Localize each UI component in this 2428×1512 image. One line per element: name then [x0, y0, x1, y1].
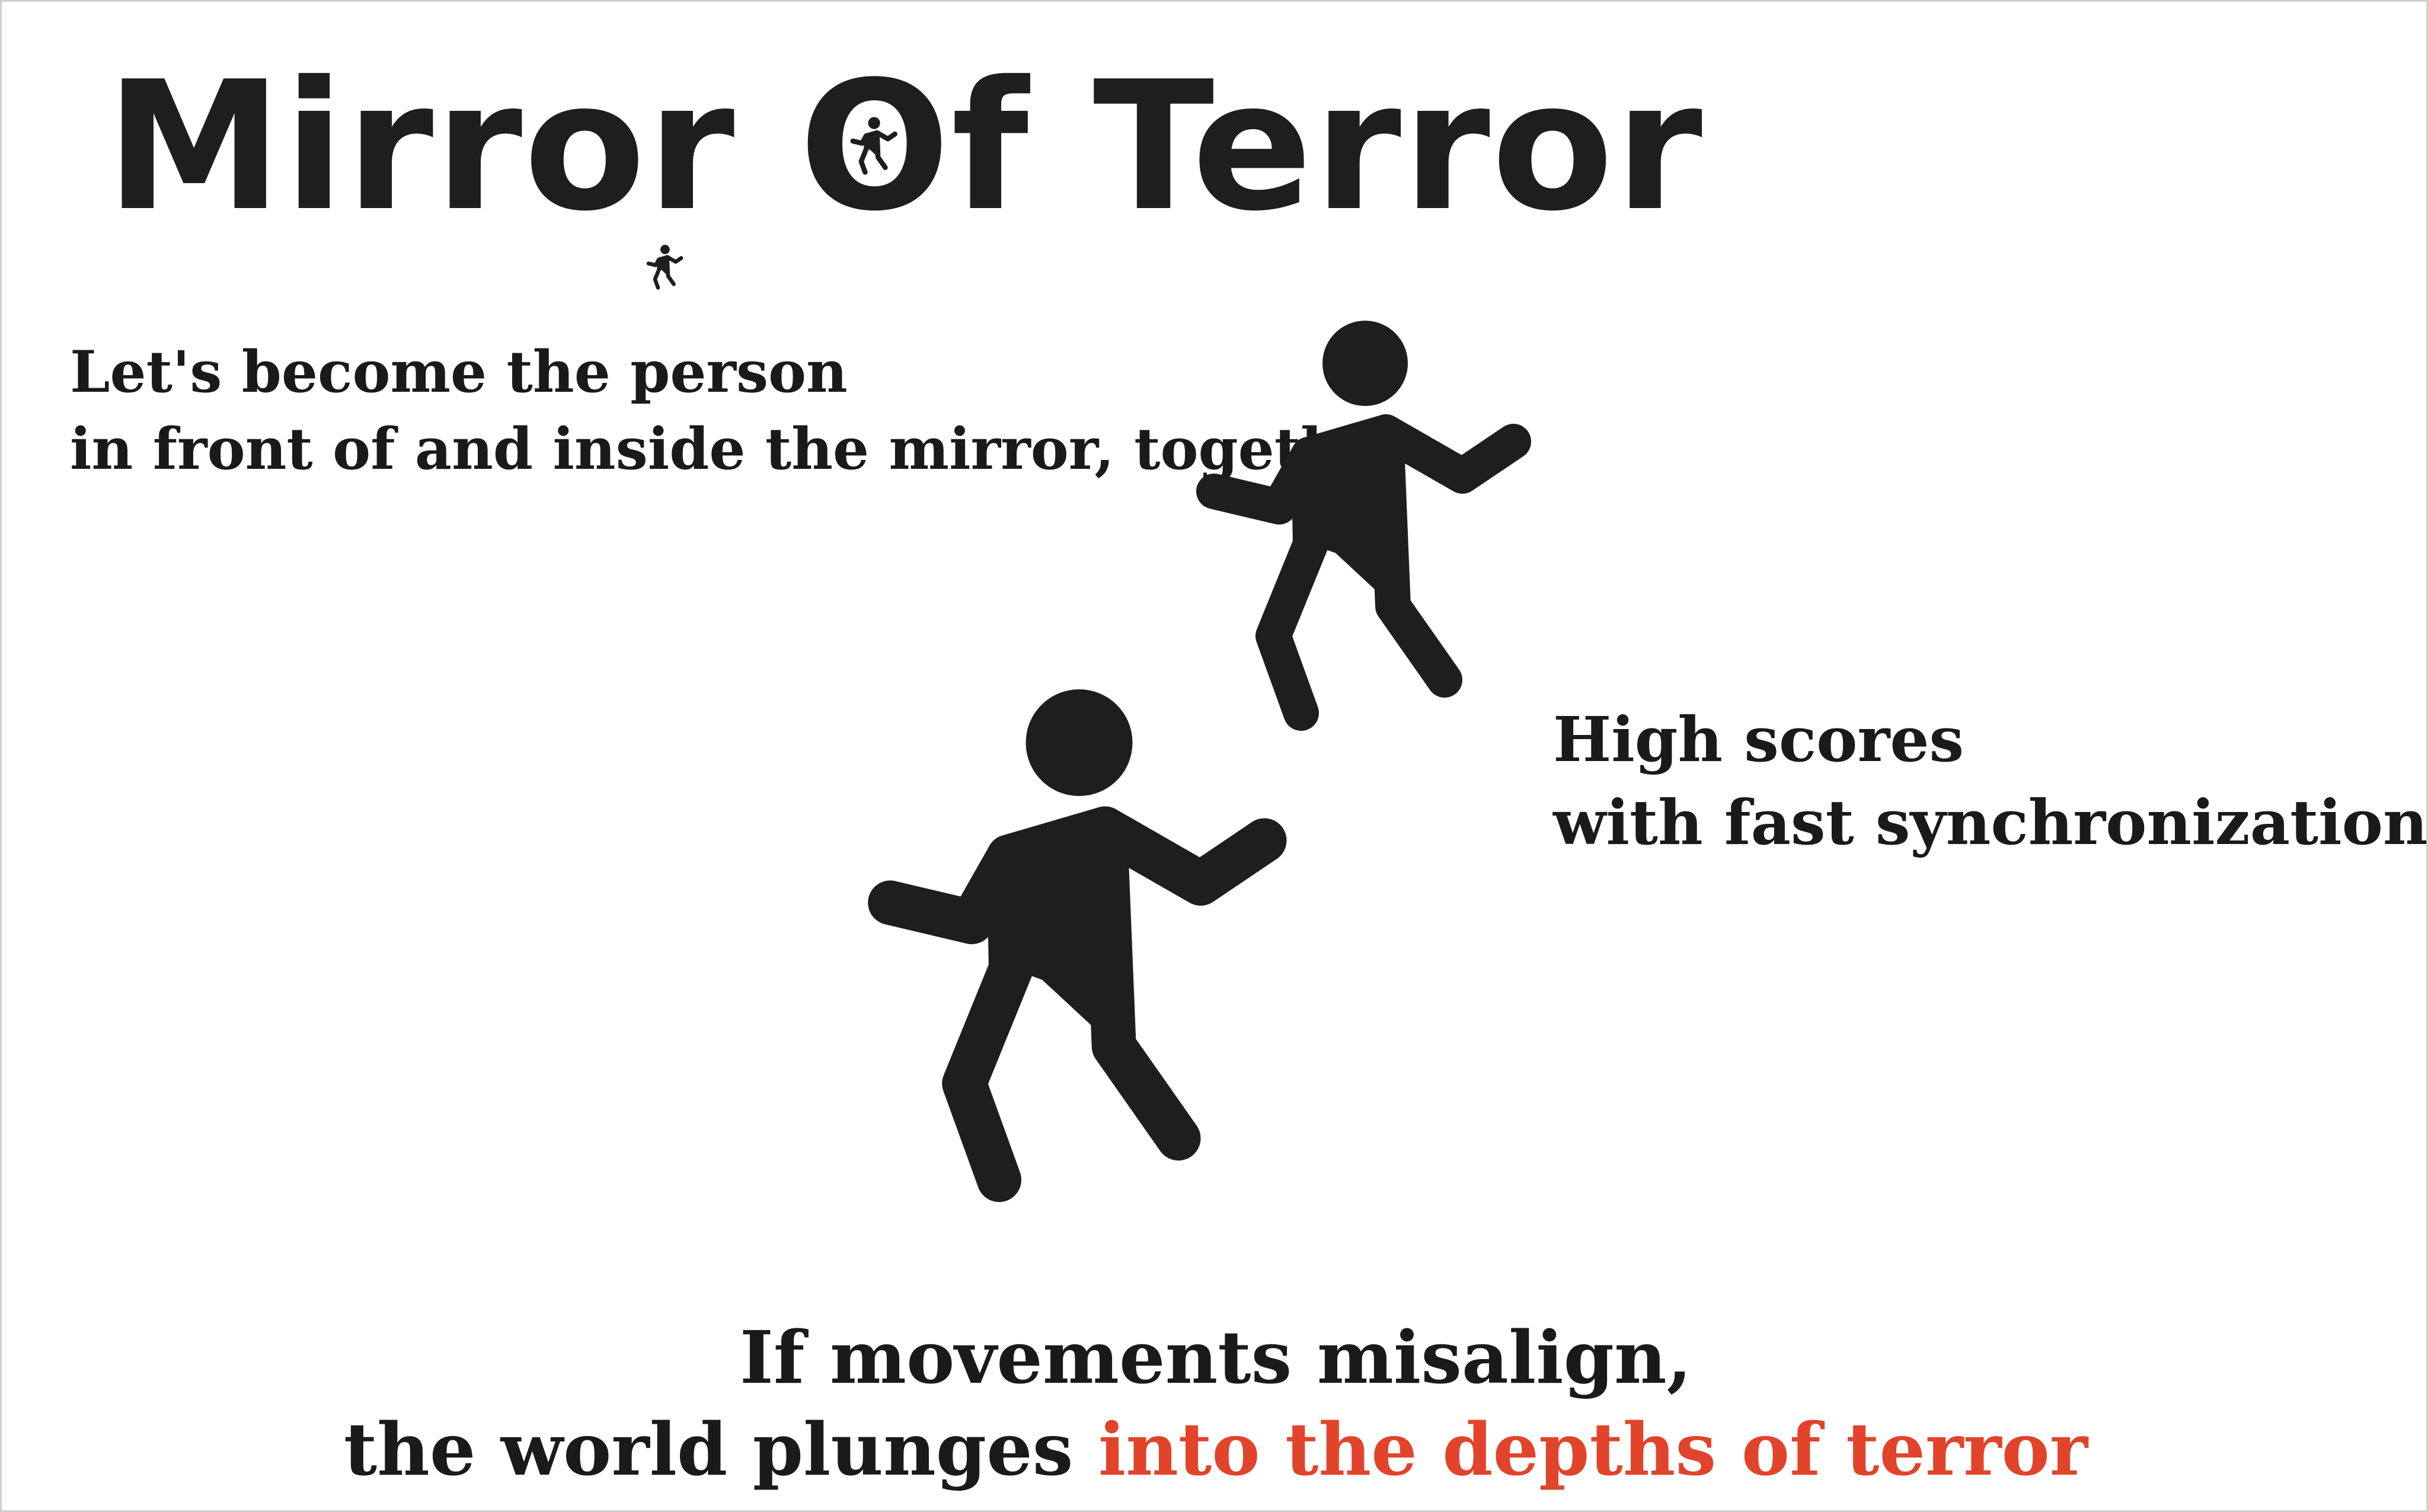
- walking-person-icon: [848, 116, 902, 186]
- walking-person-icon: [645, 239, 686, 303]
- game-title: Mirror Of Terror: [106, 58, 1704, 236]
- tagline-line-1: Let's become the person: [70, 338, 848, 405]
- warning-line-1: If movements misalign,: [739, 1315, 1692, 1400]
- title-part-before: Mirror: [106, 43, 799, 250]
- warning-text: If movements misalign, the world plunges…: [2, 1312, 2428, 1495]
- walking-person-icon: [849, 683, 1324, 1291]
- scoring-line-2: with fast synchronization: [1553, 786, 2428, 859]
- title-o-letter: O: [799, 58, 951, 236]
- title-part-after: f Terror: [951, 43, 1704, 250]
- warning-line-2-plain: the world plunges: [343, 1406, 1098, 1492]
- page-frame: Mirror Of Terror Let's become the person…: [0, 0, 2428, 1512]
- scoring-text: High scores with fast synchronization: [1553, 698, 2428, 864]
- warning-line-2-accent: into the depths of terror: [1098, 1406, 2088, 1492]
- scoring-line-1: High scores: [1553, 703, 1964, 776]
